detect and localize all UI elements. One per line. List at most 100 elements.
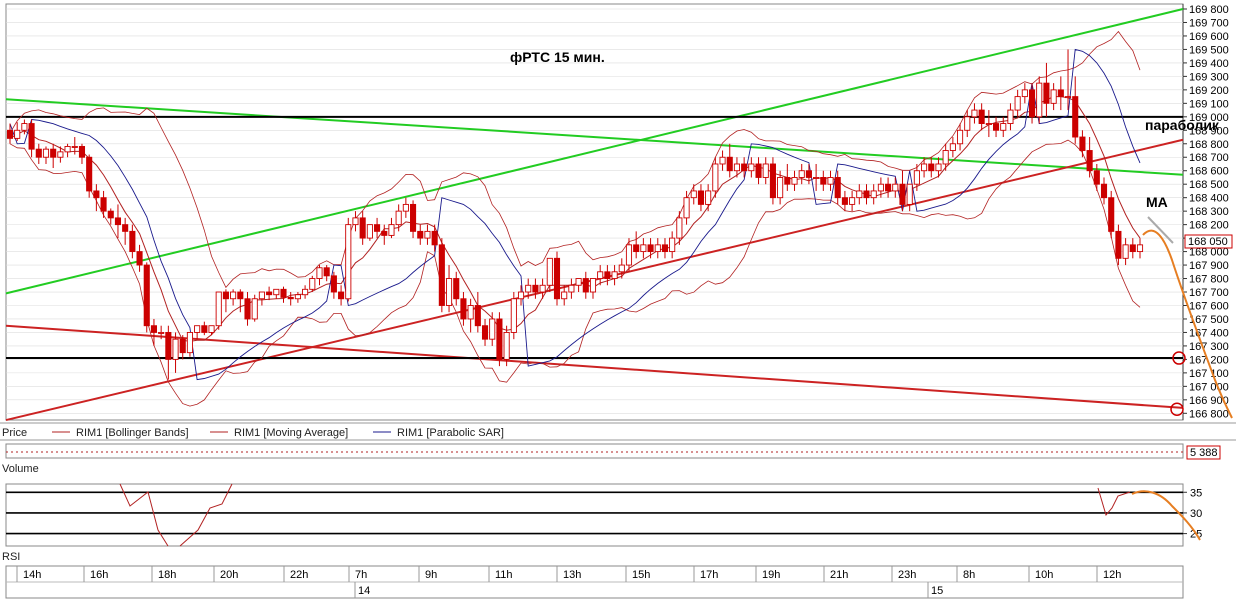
price-tick-label: 168 200 bbox=[1189, 220, 1229, 232]
ma-legend-label: RIM1 [Moving Average] bbox=[234, 427, 348, 439]
candle-body bbox=[201, 325, 208, 333]
time-tick-label: 15h bbox=[632, 569, 650, 581]
candle-body bbox=[78, 146, 86, 158]
candle-body bbox=[949, 143, 956, 151]
time-tick-label: 17h bbox=[700, 569, 718, 581]
candle-body bbox=[1028, 89, 1036, 118]
candle-body bbox=[388, 224, 395, 236]
candle-body bbox=[697, 190, 705, 205]
candle-body bbox=[438, 244, 445, 306]
candle-body bbox=[107, 210, 114, 219]
candle-body bbox=[1100, 183, 1108, 199]
candle-body bbox=[489, 318, 496, 340]
candle-body bbox=[654, 244, 661, 253]
time-tick-label: 14h bbox=[23, 569, 41, 581]
candle-body bbox=[748, 163, 755, 172]
candle-body bbox=[661, 244, 669, 253]
candle-body bbox=[669, 237, 676, 253]
candle-body bbox=[302, 288, 309, 296]
candle-body bbox=[150, 325, 157, 333]
candle-body bbox=[359, 217, 366, 239]
candle-body bbox=[1000, 123, 1007, 131]
candle-body bbox=[136, 251, 143, 266]
candle-body bbox=[690, 190, 697, 199]
candle-body bbox=[892, 183, 899, 192]
time-tick-label: 10h bbox=[1035, 569, 1053, 581]
candle-body bbox=[525, 284, 532, 293]
candle-body bbox=[582, 278, 589, 293]
candle-body bbox=[42, 148, 50, 158]
price-tick-label: 167 600 bbox=[1189, 300, 1229, 312]
candle-body bbox=[633, 244, 640, 253]
candle-body bbox=[230, 291, 237, 300]
candle-body bbox=[863, 190, 870, 199]
candle-body bbox=[71, 146, 78, 148]
price-tick-label: 168 500 bbox=[1189, 179, 1229, 191]
candle-body bbox=[402, 203, 409, 212]
candle-body bbox=[906, 183, 913, 205]
candle-body bbox=[338, 291, 345, 300]
candle-body bbox=[93, 190, 100, 199]
candle-body bbox=[870, 190, 877, 199]
candle-body bbox=[266, 291, 273, 296]
price-tick-label: 167 800 bbox=[1189, 274, 1229, 286]
price-tick-label: 169 300 bbox=[1189, 71, 1229, 83]
candle-body bbox=[330, 275, 337, 293]
candle-body bbox=[575, 278, 582, 286]
price-tick-label: 168 600 bbox=[1189, 166, 1229, 178]
candle-body bbox=[294, 294, 301, 300]
candle-body bbox=[1108, 197, 1115, 232]
time-tick-label: 16h bbox=[90, 569, 108, 581]
candle-body bbox=[1007, 109, 1014, 125]
candle-body bbox=[510, 298, 517, 333]
candle-body bbox=[705, 190, 712, 205]
candle-body bbox=[1021, 89, 1028, 98]
candle-body bbox=[935, 163, 942, 172]
candle-body bbox=[741, 163, 748, 172]
candle-body bbox=[165, 331, 172, 360]
candle-body bbox=[647, 244, 654, 253]
candle-body bbox=[813, 177, 820, 179]
price-tick-label: 168 300 bbox=[1189, 206, 1229, 218]
candle-body bbox=[805, 170, 812, 178]
candle-body bbox=[683, 197, 690, 219]
volume-title: Volume bbox=[2, 463, 39, 475]
candle-body bbox=[172, 338, 179, 360]
candle-body bbox=[14, 129, 21, 139]
candle-body bbox=[971, 109, 978, 118]
price-tick-label: 167 400 bbox=[1189, 327, 1229, 339]
candle-body bbox=[877, 183, 884, 192]
price-tick-label: 169 100 bbox=[1189, 98, 1229, 110]
time-tick-label: 19h bbox=[762, 569, 780, 581]
candle-body bbox=[460, 298, 467, 320]
time-tick-label: 11h bbox=[495, 569, 513, 581]
time-tick-label: 23h bbox=[898, 569, 916, 581]
candle-body bbox=[194, 325, 201, 333]
ma-annotation: MA bbox=[1146, 194, 1168, 210]
volume-value-label: 5 388 bbox=[1190, 447, 1218, 459]
candle-body bbox=[481, 325, 489, 340]
candle-body bbox=[899, 183, 906, 205]
chart-title: фРТС 15 мин. bbox=[510, 49, 605, 65]
volume-panel-bg bbox=[5, 443, 1184, 459]
price-tick-label: 166 800 bbox=[1189, 408, 1229, 420]
candle-body bbox=[856, 190, 863, 199]
price-tick-label: 169 700 bbox=[1189, 17, 1229, 29]
candle-body bbox=[352, 217, 359, 226]
candle-body bbox=[410, 203, 417, 232]
candle-body bbox=[431, 230, 438, 246]
rsi-tick-label: 30 bbox=[1190, 508, 1202, 520]
candle-body bbox=[777, 177, 784, 199]
candle-body bbox=[733, 163, 740, 172]
candle-body bbox=[496, 318, 503, 360]
time-tick-label: 8h bbox=[963, 569, 975, 581]
candle-body bbox=[453, 278, 460, 300]
candle-body bbox=[6, 129, 14, 139]
candle-body bbox=[129, 230, 136, 253]
candle-body bbox=[942, 150, 949, 165]
candle-body bbox=[769, 163, 776, 199]
candle-body bbox=[381, 230, 388, 236]
candle-body bbox=[445, 278, 453, 306]
candle-body bbox=[215, 291, 222, 327]
price-tick-label: 167 100 bbox=[1189, 368, 1229, 380]
